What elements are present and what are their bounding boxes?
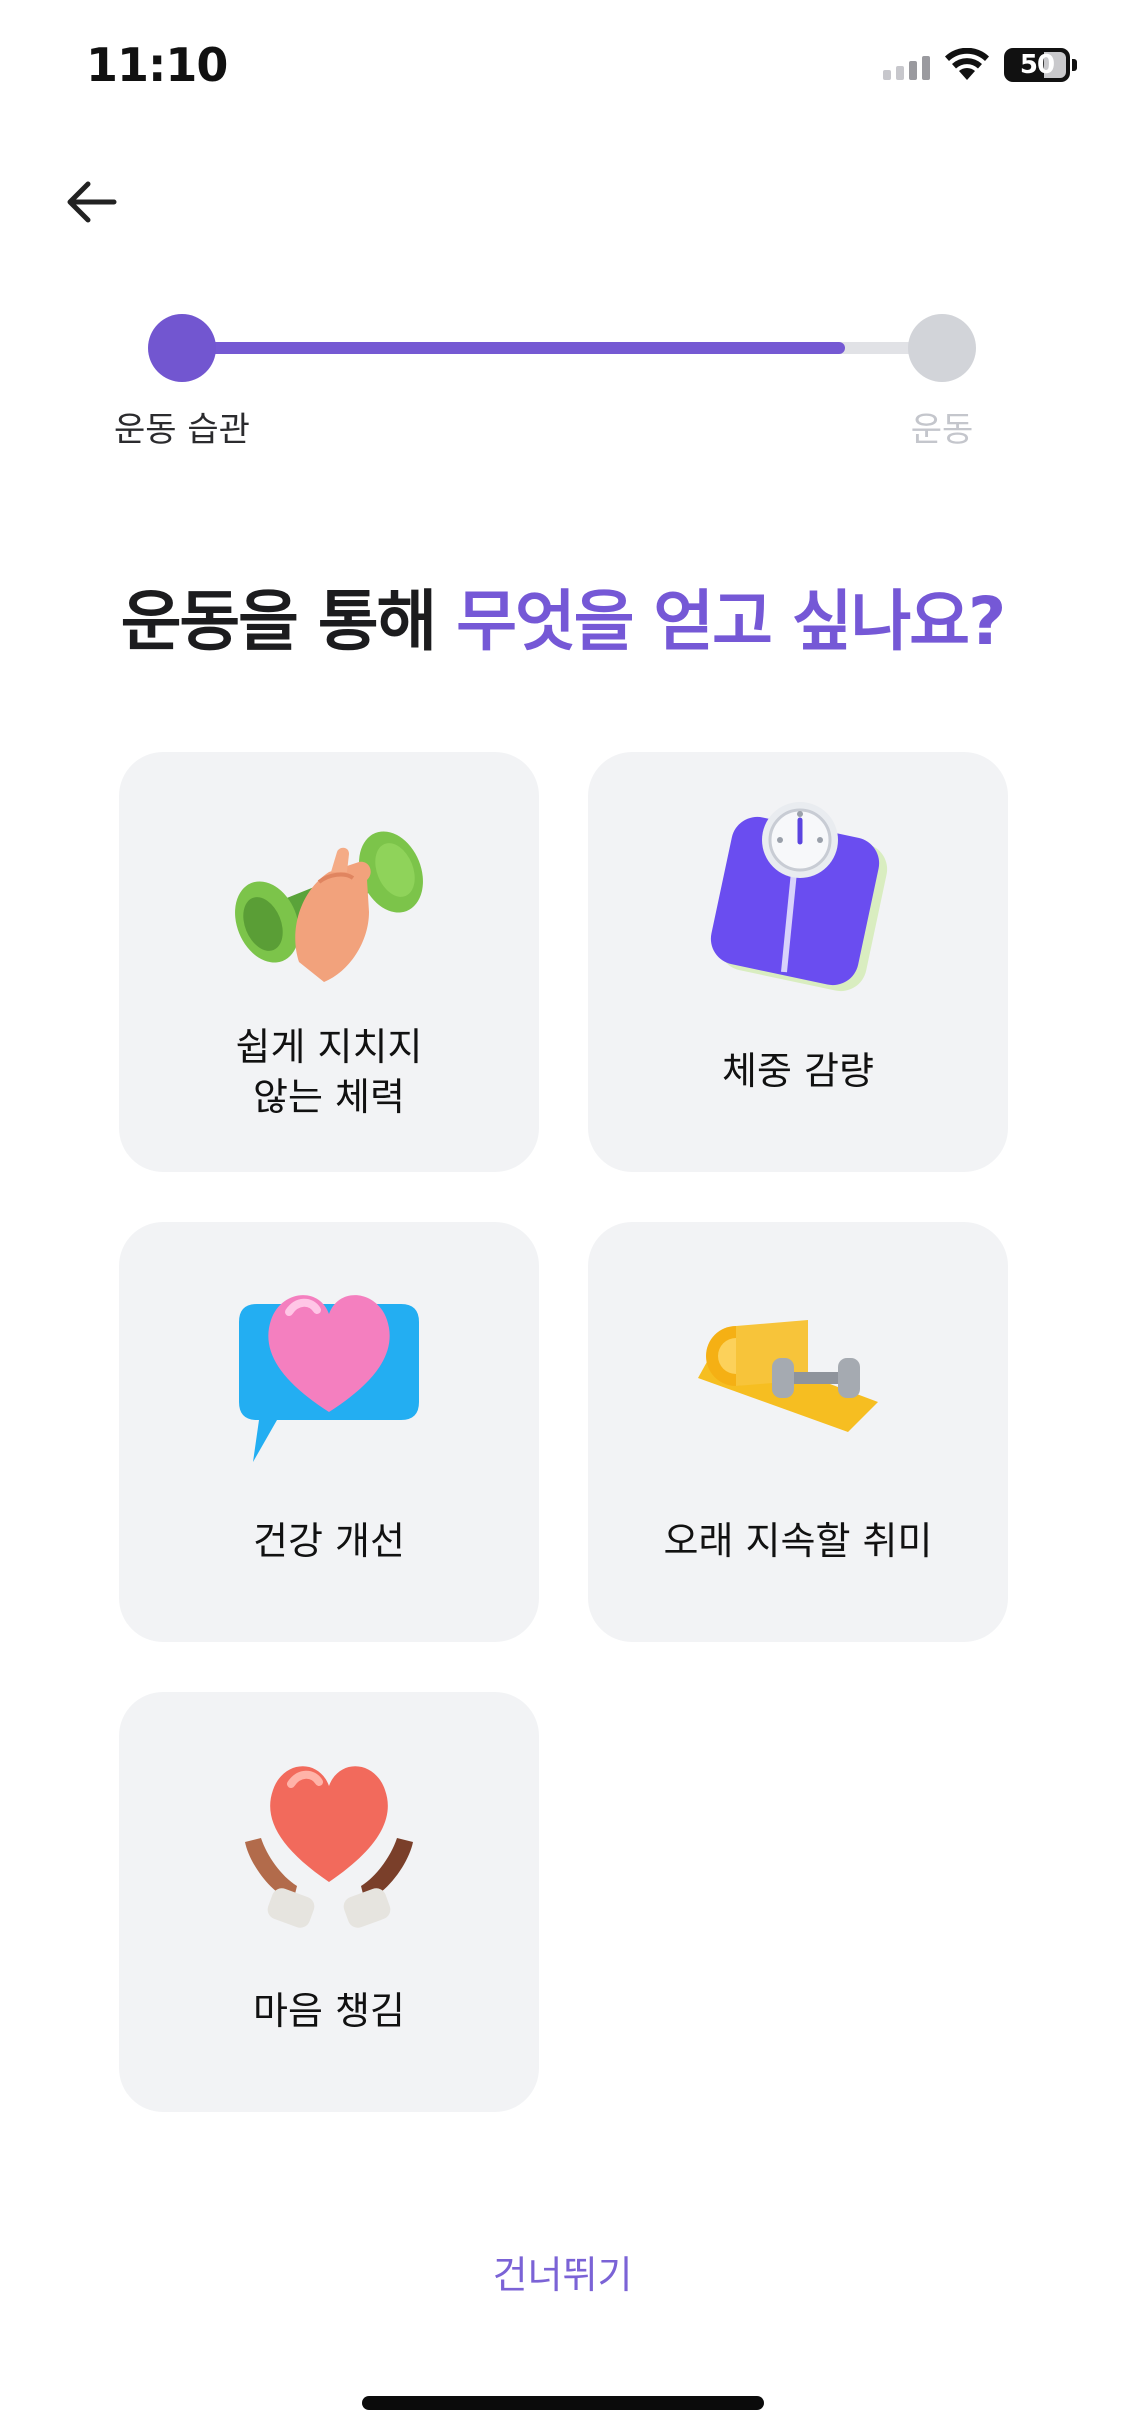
yoga-mat-dumbbell-icon <box>698 1320 878 1432</box>
step-dot-current <box>148 314 216 382</box>
option-card-weight-loss[interactable]: 체중 감량 <box>588 752 1008 1172</box>
skip-button[interactable]: 건너뛰기 <box>0 2244 1125 2299</box>
option-label: 건강 개선 <box>253 1519 405 1563</box>
heart-hands-icon <box>245 1766 413 1928</box>
battery-level: 50 <box>1019 50 1055 80</box>
option-card-mindfulness[interactable]: 마음 챙김 <box>119 1692 539 2112</box>
progress-fill <box>182 342 845 354</box>
status-icons: 50 <box>883 48 1077 82</box>
step-dot-next <box>908 314 976 382</box>
signal-icon <box>883 50 930 80</box>
step-label-current: 운동 습관 <box>114 410 250 450</box>
option-label: 쉽게 지치지 않는 체력 <box>235 1025 423 1119</box>
heart-chat-icon <box>239 1295 419 1462</box>
step-label-next: 운동 <box>910 410 974 450</box>
wifi-icon <box>945 48 989 80</box>
dumbbell-hand-icon <box>235 831 423 982</box>
option-label: 체중 감량 <box>722 1049 874 1093</box>
status-bar: 11:10 50 <box>0 0 1125 140</box>
back-button[interactable] <box>56 166 128 238</box>
option-card-health[interactable]: 건강 개선 <box>119 1222 539 1642</box>
arrow-left-icon <box>67 181 117 223</box>
home-indicator <box>362 2396 764 2410</box>
title-part-accent: 무엇을 얻고 싶나요? <box>456 583 1006 660</box>
page-title: 운동을 통해 무엇을 얻고 싶나요? <box>0 568 1125 664</box>
option-card-stamina[interactable]: 쉽게 지치지 않는 체력 <box>119 752 539 1172</box>
title-part-plain: 운동을 통해 <box>120 583 457 660</box>
battery-icon: 50 <box>1004 48 1070 82</box>
option-label: 오래 지속할 취미 <box>663 1519 933 1563</box>
scale-icon <box>710 802 888 992</box>
option-label: 마음 챙김 <box>253 1989 405 2033</box>
battery-cap <box>1072 59 1077 71</box>
status-time: 11:10 <box>86 38 228 92</box>
option-card-hobby[interactable]: 오래 지속할 취미 <box>588 1222 1008 1642</box>
